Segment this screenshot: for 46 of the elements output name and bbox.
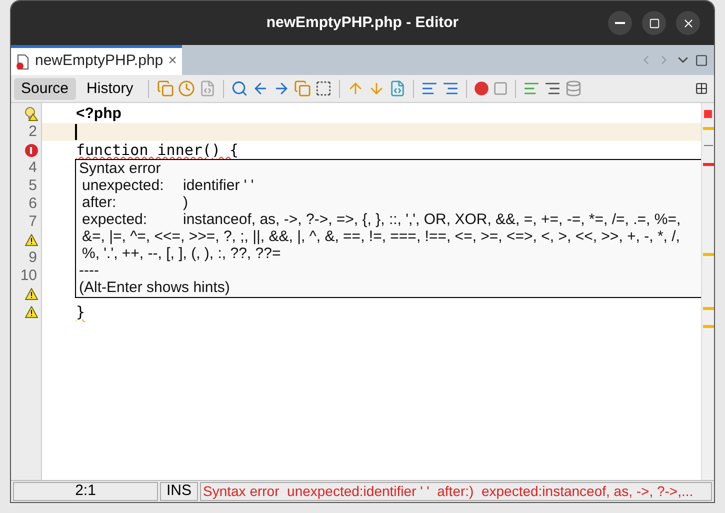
split-view-icon[interactable] [695, 82, 708, 95]
maximize-editor-icon[interactable] [695, 54, 708, 66]
line-number: 9 [28, 248, 37, 268]
tooltip-title: Syntax error [79, 160, 161, 177]
history-icon[interactable] [178, 80, 196, 97]
maximize-icon [648, 18, 660, 28]
tooltip-hint: (Alt-Enter shows hints) [79, 279, 230, 296]
window-title: newEmptyPHP.php - Editor [266, 14, 459, 31]
minimize-icon [615, 22, 625, 24]
tooltip-detail: unexpected: identifier ' ' [81, 177, 255, 194]
minimize-button[interactable] [608, 11, 632, 35]
close-icon [682, 16, 694, 30]
code-line: function inner() { [76, 140, 239, 161]
close-tab-button[interactable]: × [168, 50, 177, 73]
line-number: 10 [20, 266, 37, 286]
stop-macro-icon[interactable] [493, 81, 508, 96]
code-line: } [76, 302, 86, 323]
record-macro-icon[interactable] [474, 81, 490, 96]
status-message: Syntax error unexpected:identifier ' ' after:) expected:instanceof, as, ->, ?->,... [200, 482, 712, 501]
error-icon [24, 144, 38, 156]
line-number: 7 [28, 212, 37, 232]
text-cursor [75, 124, 77, 140]
line-number: 2 [28, 122, 37, 142]
close-button[interactable] [676, 11, 700, 35]
warning-icon [24, 288, 38, 300]
maximize-button[interactable] [642, 11, 666, 35]
shift-left-icon[interactable] [421, 80, 438, 97]
insert-mode: INS [160, 482, 198, 501]
search-icon[interactable] [231, 80, 248, 97]
tooltip-detail: expected: instanceof, as, ->, ?->, =>, {, }, ::, ',', OR, XOR, &&, =, +=, -=, *=, /=, .=, %=, &=, |=, ^=, <<=, >>=, ?, ;, ||, &&, |, ^, &, ==, !=, ===, !==, <=, >=, <=>, <, >, <<, >>, +, -, *, /, %, '.', ++, --, [, ], (, ), :, ??, ??= [81, 211, 682, 262]
lightbulb-warning-icon [24, 107, 38, 121]
file-tab[interactable]: newEmptyPHP.php × [11, 45, 182, 75]
tooltip-separator: ---- [79, 262, 99, 279]
cursor-position: 2:1 [13, 482, 158, 501]
shift-right-icon[interactable] [442, 80, 460, 97]
selection-icon[interactable] [315, 80, 332, 97]
warning-icon [24, 234, 38, 246]
line-number: 4 [28, 158, 37, 178]
line-number: 6 [28, 194, 37, 214]
line-number: 5 [28, 176, 37, 196]
code-line: <?php [76, 104, 122, 124]
php-file-icon [16, 54, 30, 70]
tooltip-detail: after: ) [81, 194, 189, 211]
view-tab[interactable]: History [80, 78, 140, 100]
warning-icon [24, 306, 38, 318]
view-tab[interactable]: Source [14, 78, 76, 100]
